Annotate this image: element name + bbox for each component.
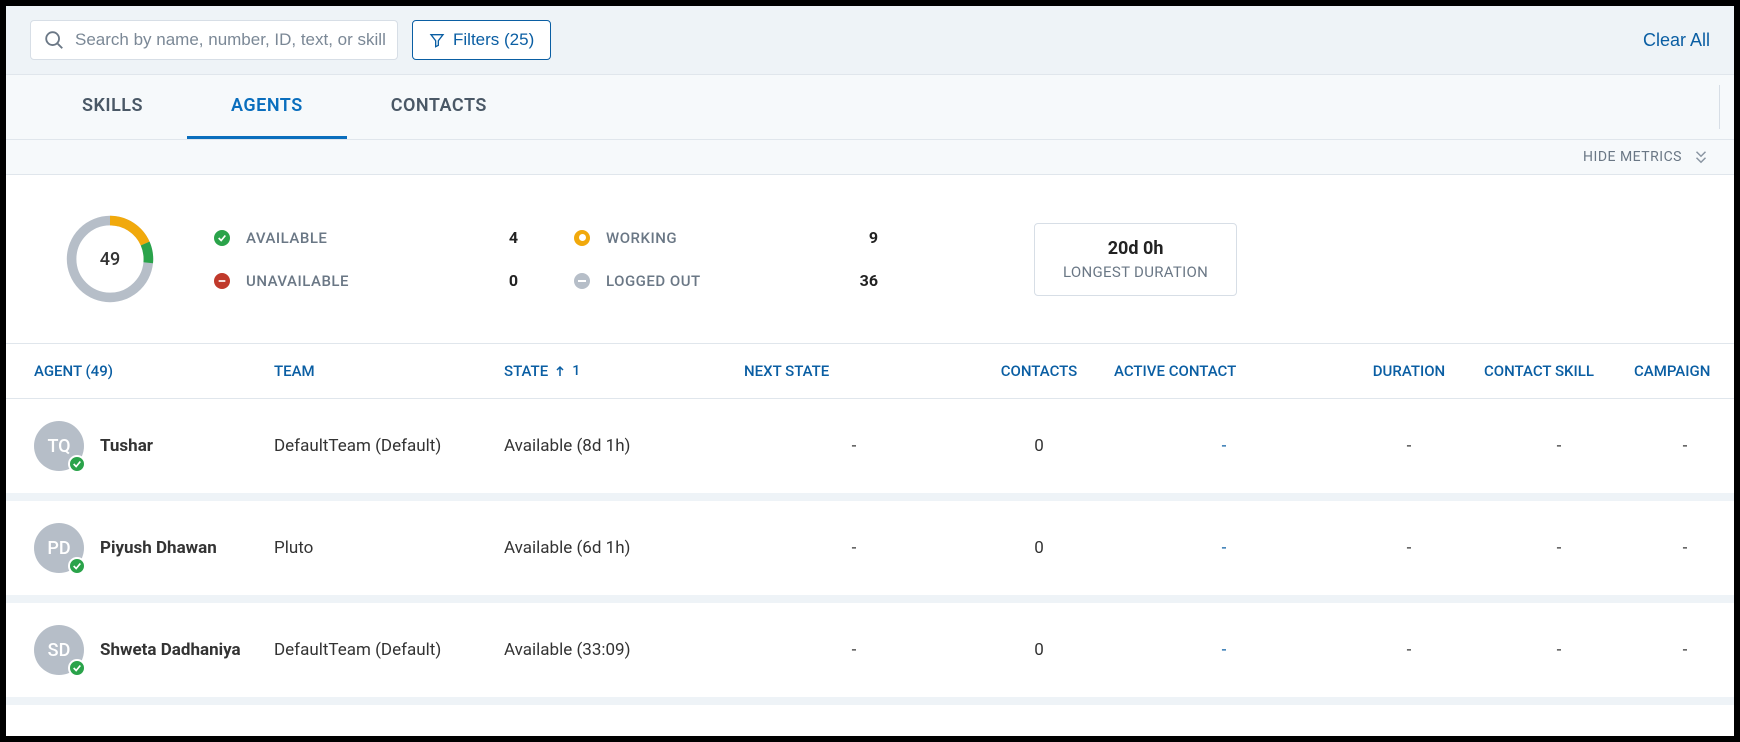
avatar-initials: TQ [47,436,70,457]
contact-skill-cell: - [1484,538,1634,558]
legend-value: 9 [818,228,878,247]
state-cell: Available (8d 1h) [504,436,744,456]
tab-skills[interactable]: SKILLS [38,75,187,139]
legend-label: LOGGED OUT [606,272,806,290]
search-input[interactable] [75,30,385,50]
next-state-cell: - [744,436,964,456]
agent-name: Shweta Dadhaniya [100,640,241,660]
duration-cell: - [1334,436,1484,456]
legend-available: AVAILABLE 4 [214,228,518,247]
agent-donut-chart: 49 [62,211,158,307]
metrics-panel: 49 AVAILABLE 4 UNAVAILABLE 0 WORKING [6,175,1734,344]
active-contact-cell[interactable]: - [1114,640,1334,660]
campaign-cell: - [1634,538,1734,558]
legend-unavailable: UNAVAILABLE 0 [214,271,518,290]
agent-name: Piyush Dhawan [100,538,217,558]
filters-button[interactable]: Filters (25) [412,20,551,60]
duration-cell: - [1334,538,1484,558]
longest-duration-card: 20d 0h LONGEST DURATION [1034,223,1237,296]
contact-skill-cell: - [1484,640,1634,660]
col-next-state[interactable]: NEXT STATE [744,362,964,380]
filter-icon [429,32,445,48]
working-icon [574,230,590,246]
tab-bar: SKILLS AGENTS CONTACTS [6,75,1734,140]
legend-working: WORKING 9 [574,228,878,247]
filters-label: Filters (25) [453,30,534,50]
col-campaign[interactable]: CAMPAIGN [1634,362,1734,380]
hide-metrics-label: HIDE METRICS [1583,149,1682,165]
active-contact-cell[interactable]: - [1114,538,1334,558]
contacts-cell: 0 [964,640,1114,660]
sort-index: 1 [572,363,580,379]
next-state-cell: - [744,538,964,558]
legend-value: 4 [458,228,518,247]
legend-label: AVAILABLE [246,229,446,247]
table-header: AGENT (49) TEAM STATE 1 NEXT STATE CONTA… [6,344,1734,399]
status-badge-icon [68,557,86,575]
avatar: SD [34,625,84,675]
active-contact-cell[interactable]: - [1114,436,1334,456]
contact-skill-cell: - [1484,436,1634,456]
agent-cell: PD Piyush Dhawan [34,523,274,573]
avatar: PD [34,523,84,573]
table-row[interactable]: SD Shweta Dadhaniya DefaultTeam (Default… [6,603,1734,705]
col-state[interactable]: STATE 1 [504,362,744,380]
avatar-initials: PD [47,538,70,559]
legend-label: WORKING [606,229,806,247]
avatar: TQ [34,421,84,471]
team-cell: DefaultTeam (Default) [274,436,504,456]
legend-value: 0 [458,271,518,290]
duration-label: LONGEST DURATION [1063,263,1208,281]
legend-column-a: AVAILABLE 4 UNAVAILABLE 0 [214,228,518,290]
chevron-double-down-icon [1692,148,1710,166]
avatar-initials: SD [48,640,71,661]
table-row[interactable]: PD Piyush Dhawan Pluto Available (6d 1h)… [6,501,1734,603]
agent-cell: TQ Tushar [34,421,274,471]
col-contacts[interactable]: CONTACTS [964,362,1114,380]
app-root: Filters (25) Clear All SKILLS AGENTS CON… [6,6,1734,736]
unavailable-icon [214,273,230,289]
legend-value: 36 [818,271,878,290]
contacts-cell: 0 [964,436,1114,456]
table-row[interactable]: TQ Tushar DefaultTeam (Default) Availabl… [6,399,1734,501]
state-cell: Available (6d 1h) [504,538,744,558]
tab-agents[interactable]: AGENTS [187,75,347,139]
tab-contacts[interactable]: CONTACTS [347,75,531,139]
status-badge-icon [68,455,86,473]
search-filter-bar: Filters (25) Clear All [6,6,1734,75]
col-active-contact[interactable]: ACTIVE CONTACT [1114,362,1334,380]
duration-value: 20d 0h [1063,238,1208,259]
legend-column-b: WORKING 9 LOGGED OUT 36 [574,228,878,290]
hide-metrics-toggle[interactable]: HIDE METRICS [6,140,1734,175]
campaign-cell: - [1634,640,1734,660]
donut-total: 49 [62,211,158,307]
status-badge-icon [68,659,86,677]
tab-divider [1719,85,1720,129]
clear-all-button[interactable]: Clear All [1643,30,1710,51]
loggedout-icon [574,273,590,289]
col-state-label: STATE [504,362,548,380]
agent-name: Tushar [100,436,153,456]
col-duration[interactable]: DURATION [1334,362,1484,380]
campaign-cell: - [1634,436,1734,456]
search-box[interactable] [30,20,398,60]
legend-loggedout: LOGGED OUT 36 [574,271,878,290]
team-cell: Pluto [274,538,504,558]
col-contact-skill[interactable]: CONTACT SKILL [1484,362,1634,380]
team-cell: DefaultTeam (Default) [274,640,504,660]
col-agent[interactable]: AGENT (49) [34,362,274,380]
duration-cell: - [1334,640,1484,660]
legend-label: UNAVAILABLE [246,272,446,290]
contacts-cell: 0 [964,538,1114,558]
sort-asc-icon [554,365,566,377]
search-icon [43,29,65,51]
next-state-cell: - [744,640,964,660]
available-icon [214,230,230,246]
col-team[interactable]: TEAM [274,362,504,380]
agent-cell: SD Shweta Dadhaniya [34,625,274,675]
table-body: TQ Tushar DefaultTeam (Default) Availabl… [6,399,1734,705]
state-cell: Available (33:09) [504,640,744,660]
